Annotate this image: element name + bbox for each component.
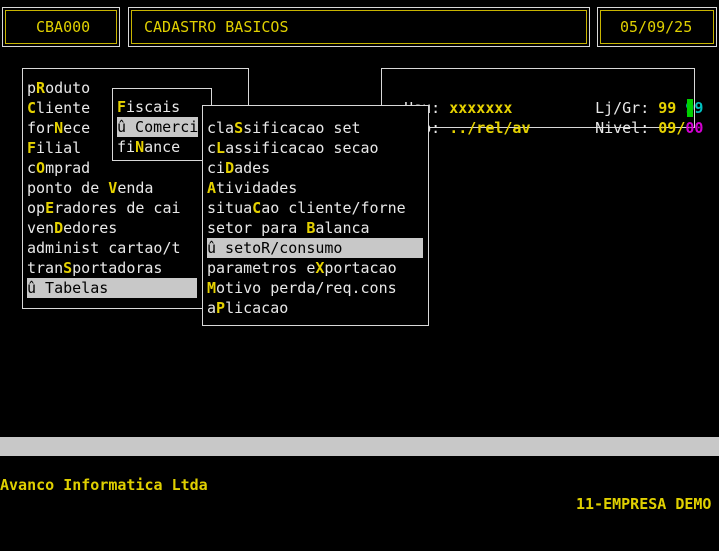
menu-item-hotkey: E — [45, 199, 55, 217]
ljgr-row: Lj/Gr: 99 99 — [577, 78, 703, 117]
menu-item-text: portacao — [324, 259, 397, 277]
menu-item-text: parametros e — [207, 259, 316, 277]
f9-calc-key[interactable]: F9:Calc — [648, 532, 711, 551]
menu-item-text: û setoR/consumo — [207, 239, 343, 257]
comercial-submenu-item[interactable]: Atividades — [207, 178, 423, 198]
comercial-submenu-item[interactable]: situaCao cliente/forne — [207, 198, 423, 218]
menu-item-hotkey: F — [27, 139, 37, 157]
imp-value: ../rel/av — [449, 119, 531, 137]
main-menu-item[interactable]: opEradores de cai — [27, 198, 197, 218]
comercial-submenu-item[interactable]: cLassificacao secao — [207, 138, 423, 158]
menu-item-text: iscais — [126, 98, 181, 116]
comercial-submenu-item[interactable]: setor para Balanca — [207, 218, 423, 238]
main-menu-item[interactable]: cOmprad — [27, 158, 197, 178]
main-menu-item[interactable]: venDedores — [27, 218, 197, 238]
menu-item-text: ponto de — [27, 179, 109, 197]
menu-item-text: mprad — [45, 159, 91, 177]
comercial-submenu-item[interactable]: û setoR/consumo — [207, 238, 423, 258]
menu-item-text: c — [27, 159, 37, 177]
menu-item-text: ven — [27, 219, 55, 237]
nivel-value-sub: 00 — [685, 119, 704, 137]
main-menu-item[interactable]: tranSportadoras — [27, 258, 197, 278]
menu-item-text: op — [27, 199, 46, 217]
menu-item-text: ao cliente/forne — [261, 199, 406, 217]
menu-item-hotkey: O — [36, 159, 46, 177]
menu-item-text: alanca — [315, 219, 370, 237]
menu-item-text: for — [27, 119, 55, 137]
comercial-submenu-item[interactable]: ciDades — [207, 158, 423, 178]
menu-item-hotkey: D — [225, 159, 235, 177]
header-code: CBA000 — [36, 18, 91, 36]
user-info-row-1: Usu: xxxxxxx — [386, 78, 512, 117]
text-cursor — [687, 99, 693, 117]
menu-item-text: ades — [234, 159, 271, 177]
menu-item-hotkey: R — [36, 79, 46, 97]
menu-item-hotkey: D — [54, 219, 64, 237]
menu-item-hotkey: M — [207, 279, 217, 297]
menu-item-text: portadoras — [72, 259, 163, 277]
comercial-submenu-item[interactable]: claSsificacao set — [207, 118, 423, 138]
comercial-submenu-item[interactable]: aPlicacao — [207, 298, 423, 318]
empresa-name: 11-EMPRESA DEMO — [576, 495, 712, 513]
menu-item-hotkey: L — [216, 139, 226, 157]
tabelas-submenu-item[interactable]: fiNance — [117, 137, 198, 157]
menu-item-text: û Tabelas — [27, 279, 109, 297]
menu-item-hotkey: S — [63, 259, 73, 277]
menu-item-text: enda — [117, 179, 154, 197]
menu-item-text: situa — [207, 199, 253, 217]
menu-item-hotkey: N — [135, 138, 145, 156]
menu-item-text: licacao — [225, 299, 289, 317]
main-menu-item[interactable]: û Tabelas — [27, 278, 197, 298]
menu-item-text: radores de cai — [54, 199, 181, 217]
menu-item-text: administ cartao/t — [27, 239, 181, 257]
menu-item-text: c — [207, 139, 217, 157]
menu-item-text: fi — [117, 138, 136, 156]
menu-item-hotkey: A — [207, 179, 217, 197]
menu-item-text: ance — [144, 138, 181, 156]
menu-item-hotkey: P — [216, 299, 226, 317]
menu-item-text: liente — [36, 99, 91, 117]
menu-item-hotkey: N — [54, 119, 64, 137]
menu-item-text: assificacao secao — [225, 139, 379, 157]
menu-item-hotkey: F — [117, 98, 127, 116]
header-date: 05/09/25 — [620, 18, 693, 36]
menu-item-text: ci — [207, 159, 226, 177]
f3-consultas-key[interactable]: F3:Consultas — [207, 475, 315, 494]
f4-utilitarios-key[interactable]: F4:Utilitarios — [351, 494, 477, 513]
menu-item-text: cla — [207, 119, 235, 137]
company-name: Avanco Informatica Ltda — [0, 476, 208, 494]
main-menu-item[interactable]: ponto de Venda — [27, 178, 197, 198]
menu-item-hotkey: V — [108, 179, 118, 197]
menu-item-text: ece — [63, 119, 91, 137]
menu-item-text: tividades — [216, 179, 298, 197]
tabelas-submenu-item[interactable]: Fiscais — [117, 97, 198, 117]
header-title: CADASTRO BASICOS — [144, 18, 289, 36]
menu-item-hotkey: C — [252, 199, 262, 217]
menu-item-text: p — [27, 79, 37, 97]
menu-item-text: setor para — [207, 219, 307, 237]
menu-item-text: û Comerci — [117, 118, 199, 136]
comercial-submenu-item[interactable]: Motivo perda/req.cons — [207, 278, 423, 298]
menu-item-text: edores — [63, 219, 118, 237]
main-menu-item[interactable]: administ cartao/t — [27, 238, 197, 258]
menu-item-hotkey: S — [234, 119, 244, 137]
menu-item-text: oduto — [45, 79, 91, 97]
menu-item-text: a — [207, 299, 217, 317]
menu-item-text: sificacao set — [243, 119, 361, 137]
tabelas-submenu-item[interactable]: û Comerci — [117, 117, 198, 137]
menu-item-text: tran — [27, 259, 64, 277]
menu-item-hotkey: C — [27, 99, 37, 117]
f8-visualiza-key[interactable]: F8:Visualiza — [513, 513, 621, 532]
menu-item-text: ilial — [36, 139, 82, 157]
menu-item-text: otivo perda/req.cons — [216, 279, 397, 297]
status-bar: Avanco Informatica Ltda 11-EMPRESA DEMO — [0, 457, 719, 513]
nivel-row: Nivel: 09/00 — [577, 98, 703, 137]
nivel-label: Nivel: — [595, 119, 650, 137]
function-key-bar: F2:Filial F3:Consultas F4:Utilitarios F8… — [0, 437, 719, 550]
comercial-submenu-item[interactable]: parametros eXportacao — [207, 258, 423, 278]
nivel-value: 09/ — [658, 119, 686, 137]
